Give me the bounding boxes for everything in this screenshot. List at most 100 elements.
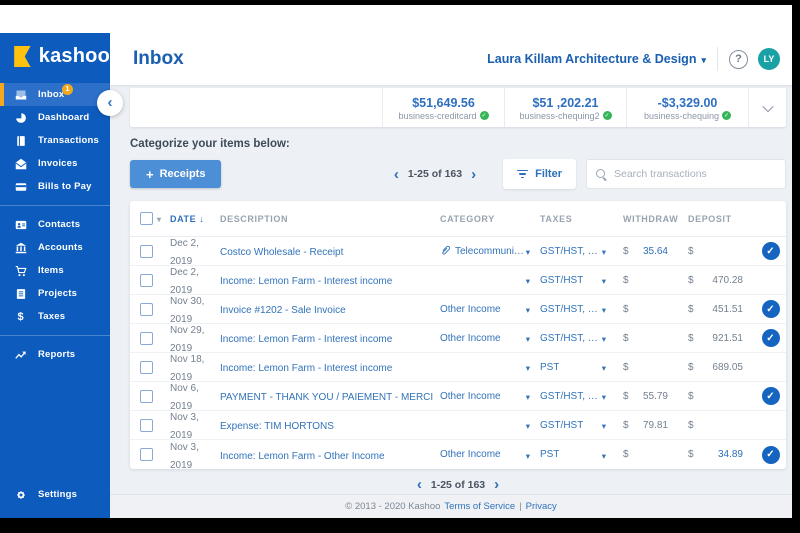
- category-caret-icon[interactable]: [526, 416, 530, 434]
- prev-page-button[interactable]: [394, 167, 399, 182]
- taxes-dropdown[interactable]: GST/HST, PST: [535, 300, 610, 318]
- select-all-checkbox[interactable]: [140, 212, 153, 225]
- row-checkbox[interactable]: [140, 448, 153, 461]
- sidebar-item-inbox[interactable]: Inbox 1: [0, 83, 110, 106]
- sidebar-item-transactions[interactable]: Transactions: [0, 129, 110, 152]
- category-dropdown[interactable]: [440, 271, 535, 289]
- withdraw-cell[interactable]: $ 35.64: [610, 246, 675, 257]
- deposit-cell[interactable]: $ 451.51: [675, 304, 755, 315]
- deposit-cell[interactable]: $ 689.05: [675, 362, 755, 373]
- category-dropdown[interactable]: Other Income: [440, 446, 535, 464]
- filter-button[interactable]: Filter: [503, 159, 576, 189]
- taxes-caret-icon[interactable]: [602, 242, 606, 260]
- done-check-circle[interactable]: [762, 387, 780, 405]
- sidebar-item-reports[interactable]: Reports: [0, 343, 110, 366]
- sidebar-item-invoices[interactable]: Invoices: [0, 152, 110, 175]
- category-dropdown[interactable]: Other Income: [440, 329, 535, 347]
- row-checkbox[interactable]: [140, 303, 153, 316]
- transaction-description-link[interactable]: Income: Lemon Farm - Interest income: [220, 334, 392, 345]
- withdraw-cell[interactable]: $ 79.81: [610, 420, 675, 431]
- next-page-button[interactable]: [494, 477, 499, 492]
- transaction-description-link[interactable]: PAYMENT - THANK YOU / PAIEMENT - MERCI: [220, 392, 433, 403]
- select-menu-caret-icon[interactable]: [157, 214, 162, 224]
- withdraw-cell[interactable]: $: [610, 304, 675, 315]
- column-header-description[interactable]: DESCRIPTION: [220, 214, 440, 224]
- withdraw-cell[interactable]: $: [610, 275, 675, 286]
- transaction-description-link[interactable]: Income: Lemon Farm - Other Income: [220, 451, 385, 462]
- taxes-caret-icon[interactable]: [602, 358, 606, 376]
- taxes-caret-icon[interactable]: [602, 271, 606, 289]
- row-checkbox[interactable]: [140, 245, 153, 258]
- transaction-description-link[interactable]: Expense: TIM HORTONS: [220, 421, 334, 432]
- category-dropdown[interactable]: Telecommunications/: [440, 242, 535, 260]
- column-header-date[interactable]: DATE: [170, 214, 220, 224]
- column-header-taxes[interactable]: TAXES: [535, 214, 610, 224]
- done-check-circle[interactable]: [762, 446, 780, 464]
- next-page-button[interactable]: [471, 167, 476, 182]
- taxes-caret-icon[interactable]: [602, 416, 606, 434]
- taxes-dropdown[interactable]: GST/HST: [535, 416, 610, 434]
- category-caret-icon[interactable]: [526, 358, 530, 376]
- withdraw-cell[interactable]: $: [610, 362, 675, 373]
- sidebar-item-accounts[interactable]: Accounts: [0, 236, 110, 259]
- category-dropdown[interactable]: Other Income: [440, 387, 535, 405]
- done-check-circle[interactable]: [762, 329, 780, 347]
- done-check-circle[interactable]: [762, 358, 780, 376]
- sidebar-collapse-button[interactable]: [97, 90, 123, 116]
- help-button[interactable]: ?: [729, 50, 748, 69]
- withdraw-cell[interactable]: $: [610, 333, 675, 344]
- sidebar-item-settings[interactable]: Settings: [0, 483, 110, 506]
- taxes-dropdown[interactable]: GST/HST: [535, 271, 610, 289]
- deposit-cell[interactable]: $ 470.28: [675, 275, 755, 286]
- category-caret-icon[interactable]: [526, 271, 530, 289]
- row-checkbox[interactable]: [140, 274, 153, 287]
- sidebar-item-projects[interactable]: Projects: [0, 282, 110, 305]
- taxes-caret-icon[interactable]: [602, 446, 606, 464]
- terms-of-service-link[interactable]: Terms of Service: [444, 501, 515, 512]
- deposit-cell[interactable]: $ 921.51: [675, 333, 755, 344]
- sidebar-item-items[interactable]: Items: [0, 259, 110, 282]
- sidebar-item-bills-to-pay[interactable]: Bills to Pay: [0, 175, 110, 198]
- balance-card-creditcard[interactable]: $51,649.56 business-creditcard: [382, 88, 504, 127]
- transaction-description-link[interactable]: Invoice #1202 - Sale Invoice: [220, 305, 346, 316]
- deposit-cell[interactable]: $ 34.89: [675, 449, 755, 460]
- deposit-cell[interactable]: $: [675, 391, 755, 402]
- deposit-cell[interactable]: $: [675, 246, 755, 257]
- done-check-circle[interactable]: [762, 300, 780, 318]
- privacy-link[interactable]: Privacy: [526, 501, 557, 512]
- category-caret-icon[interactable]: [526, 446, 530, 464]
- withdraw-cell[interactable]: $ 55.79: [610, 391, 675, 402]
- category-dropdown[interactable]: [440, 358, 535, 376]
- search-input[interactable]: [614, 168, 776, 180]
- category-dropdown[interactable]: [440, 416, 535, 434]
- row-checkbox[interactable]: [140, 390, 153, 403]
- done-check-circle[interactable]: [762, 242, 780, 260]
- category-dropdown[interactable]: Other Income: [440, 300, 535, 318]
- row-checkbox[interactable]: [140, 361, 153, 374]
- row-checkbox[interactable]: [140, 332, 153, 345]
- done-check-circle[interactable]: [762, 271, 780, 289]
- sidebar-item-dashboard[interactable]: Dashboard: [0, 106, 110, 129]
- taxes-caret-icon[interactable]: [602, 329, 606, 347]
- transaction-description-link[interactable]: Income: Lemon Farm - Interest income: [220, 363, 392, 374]
- taxes-dropdown[interactable]: GST/HST, PST: [535, 242, 610, 260]
- balance-card-chequing2[interactable]: $51 ,202.21 business-chequing2: [504, 88, 626, 127]
- taxes-caret-icon[interactable]: [602, 300, 606, 318]
- done-check-circle[interactable]: [762, 416, 780, 434]
- category-caret-icon[interactable]: [526, 387, 530, 405]
- deposit-cell[interactable]: $: [675, 420, 755, 431]
- taxes-dropdown[interactable]: GST/HST, PST: [535, 329, 610, 347]
- transaction-description-link[interactable]: Costco Wholesale - Receipt: [220, 247, 343, 258]
- sidebar-item-taxes[interactable]: $ Taxes: [0, 305, 110, 328]
- taxes-caret-icon[interactable]: [602, 387, 606, 405]
- taxes-dropdown[interactable]: PST: [535, 446, 610, 464]
- sidebar-item-contacts[interactable]: Contacts: [0, 213, 110, 236]
- brand-logo[interactable]: kashoo: [0, 33, 110, 79]
- avatar[interactable]: LY: [758, 48, 780, 70]
- balance-card-chequing[interactable]: -$3,329.00 business-chequing: [626, 88, 748, 127]
- row-checkbox[interactable]: [140, 419, 153, 432]
- add-receipts-button[interactable]: + Receipts: [130, 160, 221, 188]
- category-caret-icon[interactable]: [526, 329, 530, 347]
- withdraw-cell[interactable]: $: [610, 449, 675, 460]
- category-caret-icon[interactable]: [526, 242, 530, 260]
